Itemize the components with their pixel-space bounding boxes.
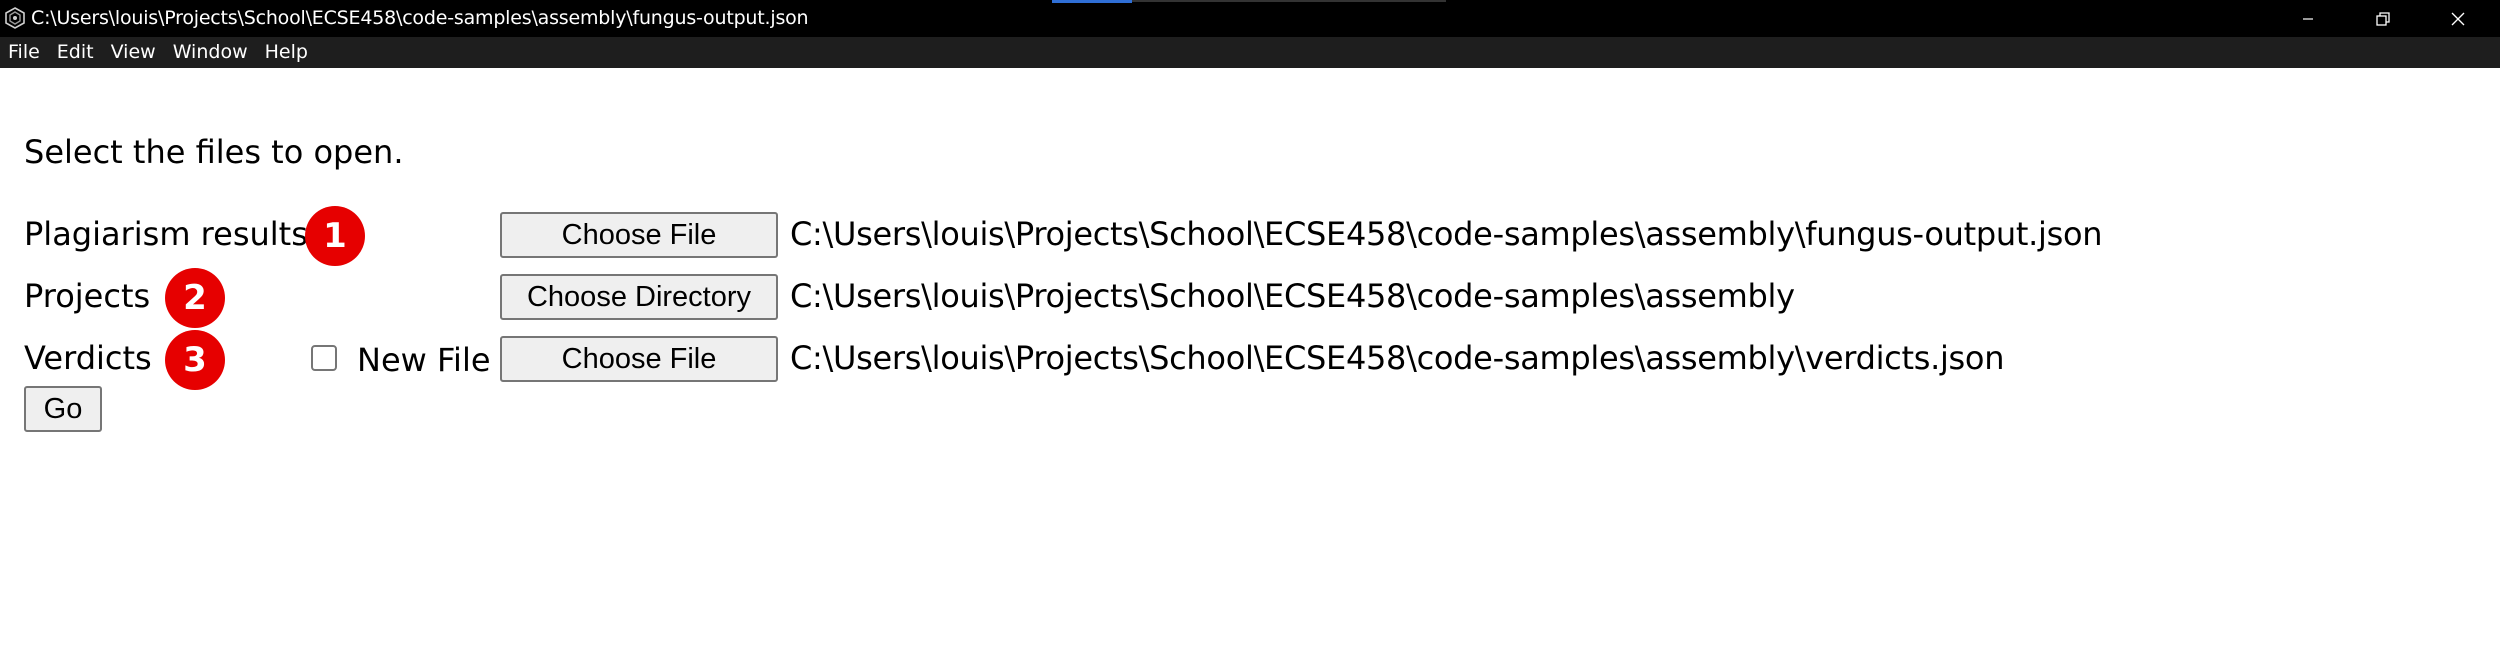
minimize-icon bbox=[2302, 17, 2313, 20]
menu-edit[interactable]: Edit bbox=[49, 37, 103, 68]
menu-window[interactable]: Window bbox=[165, 37, 257, 68]
main-content: Select the files to open. Plagiarism res… bbox=[0, 68, 2500, 671]
new-file-label: New File bbox=[357, 341, 491, 379]
instructions-text: Select the files to open. bbox=[24, 133, 404, 171]
maximize-button[interactable] bbox=[2345, 0, 2420, 37]
menu-help[interactable]: Help bbox=[257, 37, 317, 68]
step-badge-2: 2 bbox=[165, 268, 225, 328]
projects-directory-path: C:\Users\louis\Projects\School\ECSE458\c… bbox=[790, 277, 1795, 315]
close-button[interactable] bbox=[2420, 0, 2495, 37]
step-badge-3: 3 bbox=[165, 330, 225, 390]
title-accent-bar bbox=[1052, 0, 1132, 3]
menu-bar: File Edit View Window Help bbox=[0, 37, 2500, 68]
verdicts-label: Verdicts bbox=[24, 339, 152, 377]
projects-label: Projects bbox=[24, 277, 151, 315]
plagiarism-results-label: Plagiarism results bbox=[24, 215, 308, 253]
close-icon bbox=[2451, 12, 2464, 25]
choose-projects-directory-button[interactable]: Choose Directory bbox=[500, 274, 778, 320]
menu-view[interactable]: View bbox=[103, 37, 165, 68]
choose-results-file-button[interactable]: Choose File bbox=[500, 212, 778, 258]
go-button[interactable]: Go bbox=[24, 386, 102, 432]
window-title: C:\Users\louis\Projects\School\ECSE458\c… bbox=[31, 7, 809, 29]
step-badge-1: 1 bbox=[305, 206, 365, 266]
new-file-checkbox[interactable] bbox=[311, 345, 337, 371]
menu-file[interactable]: File bbox=[0, 37, 49, 68]
choose-verdicts-file-button[interactable]: Choose File bbox=[500, 336, 778, 382]
title-accent-track bbox=[1132, 0, 1446, 2]
results-file-path: C:\Users\louis\Projects\School\ECSE458\c… bbox=[790, 215, 2103, 253]
restore-icon bbox=[2375, 11, 2390, 26]
verdicts-file-path: C:\Users\louis\Projects\School\ECSE458\c… bbox=[790, 339, 2005, 377]
minimize-button[interactable] bbox=[2270, 0, 2345, 37]
title-bar: C:\Users\louis\Projects\School\ECSE458\c… bbox=[0, 0, 2500, 37]
app-hexagon-icon bbox=[5, 7, 25, 29]
